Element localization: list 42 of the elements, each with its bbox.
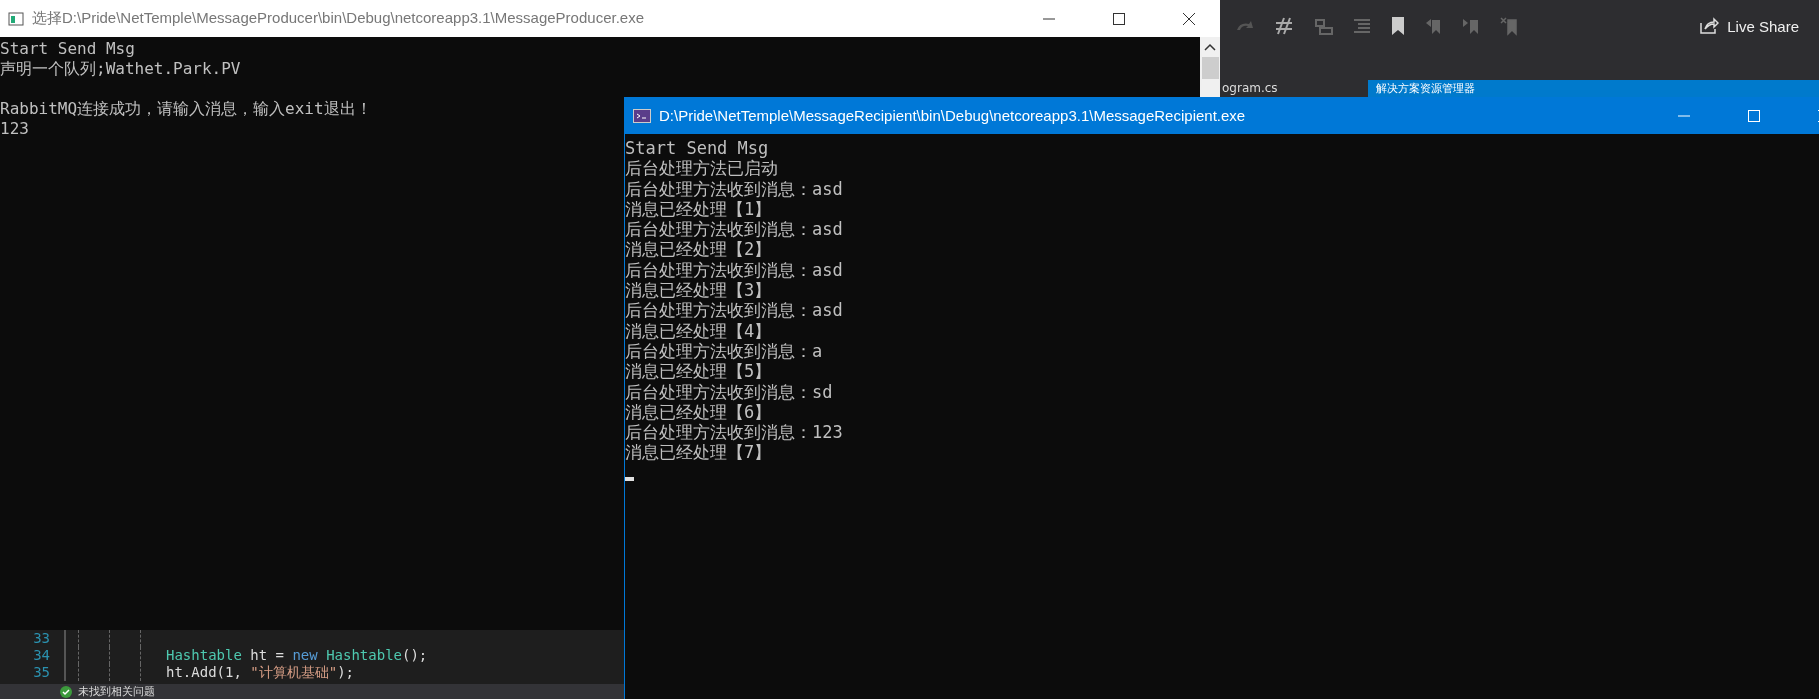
console-line: 消息已经处理【2】 bbox=[625, 239, 772, 260]
code-line: Hashtable ht = new Hashtable(); bbox=[166, 647, 428, 664]
window-title: D:\Pride\NetTemple\MessageRecipient\bin\Debug\netcoreapp3.1\MessageRecipient.exe bbox=[659, 107, 1246, 124]
console-line: 消息已经处理【3】 bbox=[625, 280, 772, 301]
console-line: Start Send Msg bbox=[0, 39, 135, 59]
scroll-up-icon[interactable] bbox=[1204, 43, 1216, 51]
clear-bookmark-icon[interactable] bbox=[1500, 16, 1520, 36]
scrollbar-thumb[interactable] bbox=[1201, 57, 1219, 79]
console-line: 消息已经处理【6】 bbox=[625, 401, 772, 423]
console-line: 后台处理方法收到消息：a bbox=[625, 340, 823, 362]
console-app-icon bbox=[633, 108, 651, 123]
close-icon[interactable] bbox=[1182, 11, 1196, 26]
console-line: 后台处理方法收到消息：sd bbox=[625, 381, 833, 402]
line-number: 35 bbox=[32, 664, 51, 681]
console-app-icon bbox=[8, 11, 24, 26]
console-line: 123 bbox=[0, 119, 29, 139]
panel-title: 解决方案资源管理器 bbox=[1368, 80, 1819, 97]
console-line: 后台处理方法收到消息：asd bbox=[625, 178, 843, 199]
maximize-icon[interactable] bbox=[1112, 11, 1126, 26]
console-line: 后台处理方法收到消息：asd bbox=[625, 300, 843, 321]
line-number: 34 bbox=[32, 647, 51, 664]
line-number: 33 bbox=[32, 630, 51, 647]
console-line: 声明一个队列;Wathet.Park.PV bbox=[0, 59, 241, 79]
console-line: 消息已经处理【1】 bbox=[625, 198, 772, 220]
console-line: 后台处理方法已启动 bbox=[625, 158, 778, 179]
console-line: 后台处理方法收到消息：123 bbox=[625, 422, 843, 443]
code-line: ht.Add(1, "计算机基础"); bbox=[166, 664, 354, 681]
status-text: 未找到相关问题 bbox=[78, 684, 155, 699]
console-line: 消息已经处理【5】 bbox=[625, 361, 772, 382]
console-line: Start Send Msg bbox=[625, 138, 769, 159]
list-icon[interactable] bbox=[1352, 16, 1372, 36]
check-icon bbox=[60, 685, 72, 698]
share-icon bbox=[1699, 17, 1720, 35]
console-line: 后台处理方法收到消息：asd bbox=[625, 259, 843, 281]
document-tab[interactable]: ogram.cs bbox=[1220, 81, 1368, 97]
console-line: 后台处理方法收到消息：asd bbox=[625, 219, 843, 240]
live-share-button[interactable]: Live Share bbox=[1693, 13, 1805, 39]
console-line: RabbitMQ连接成功，请输入消息，输入exit退出！ bbox=[0, 99, 372, 119]
window-title: 选择D:\Pride\NetTemple\MessageProducer\bin\Debug\netcoreapp3.1\MessageProducer.exe bbox=[32, 9, 644, 28]
console-line: 消息已经处理【7】 bbox=[625, 442, 772, 463]
console-line: 消息已经处理【4】 bbox=[625, 320, 772, 341]
bookmark-icon[interactable] bbox=[1390, 16, 1406, 36]
